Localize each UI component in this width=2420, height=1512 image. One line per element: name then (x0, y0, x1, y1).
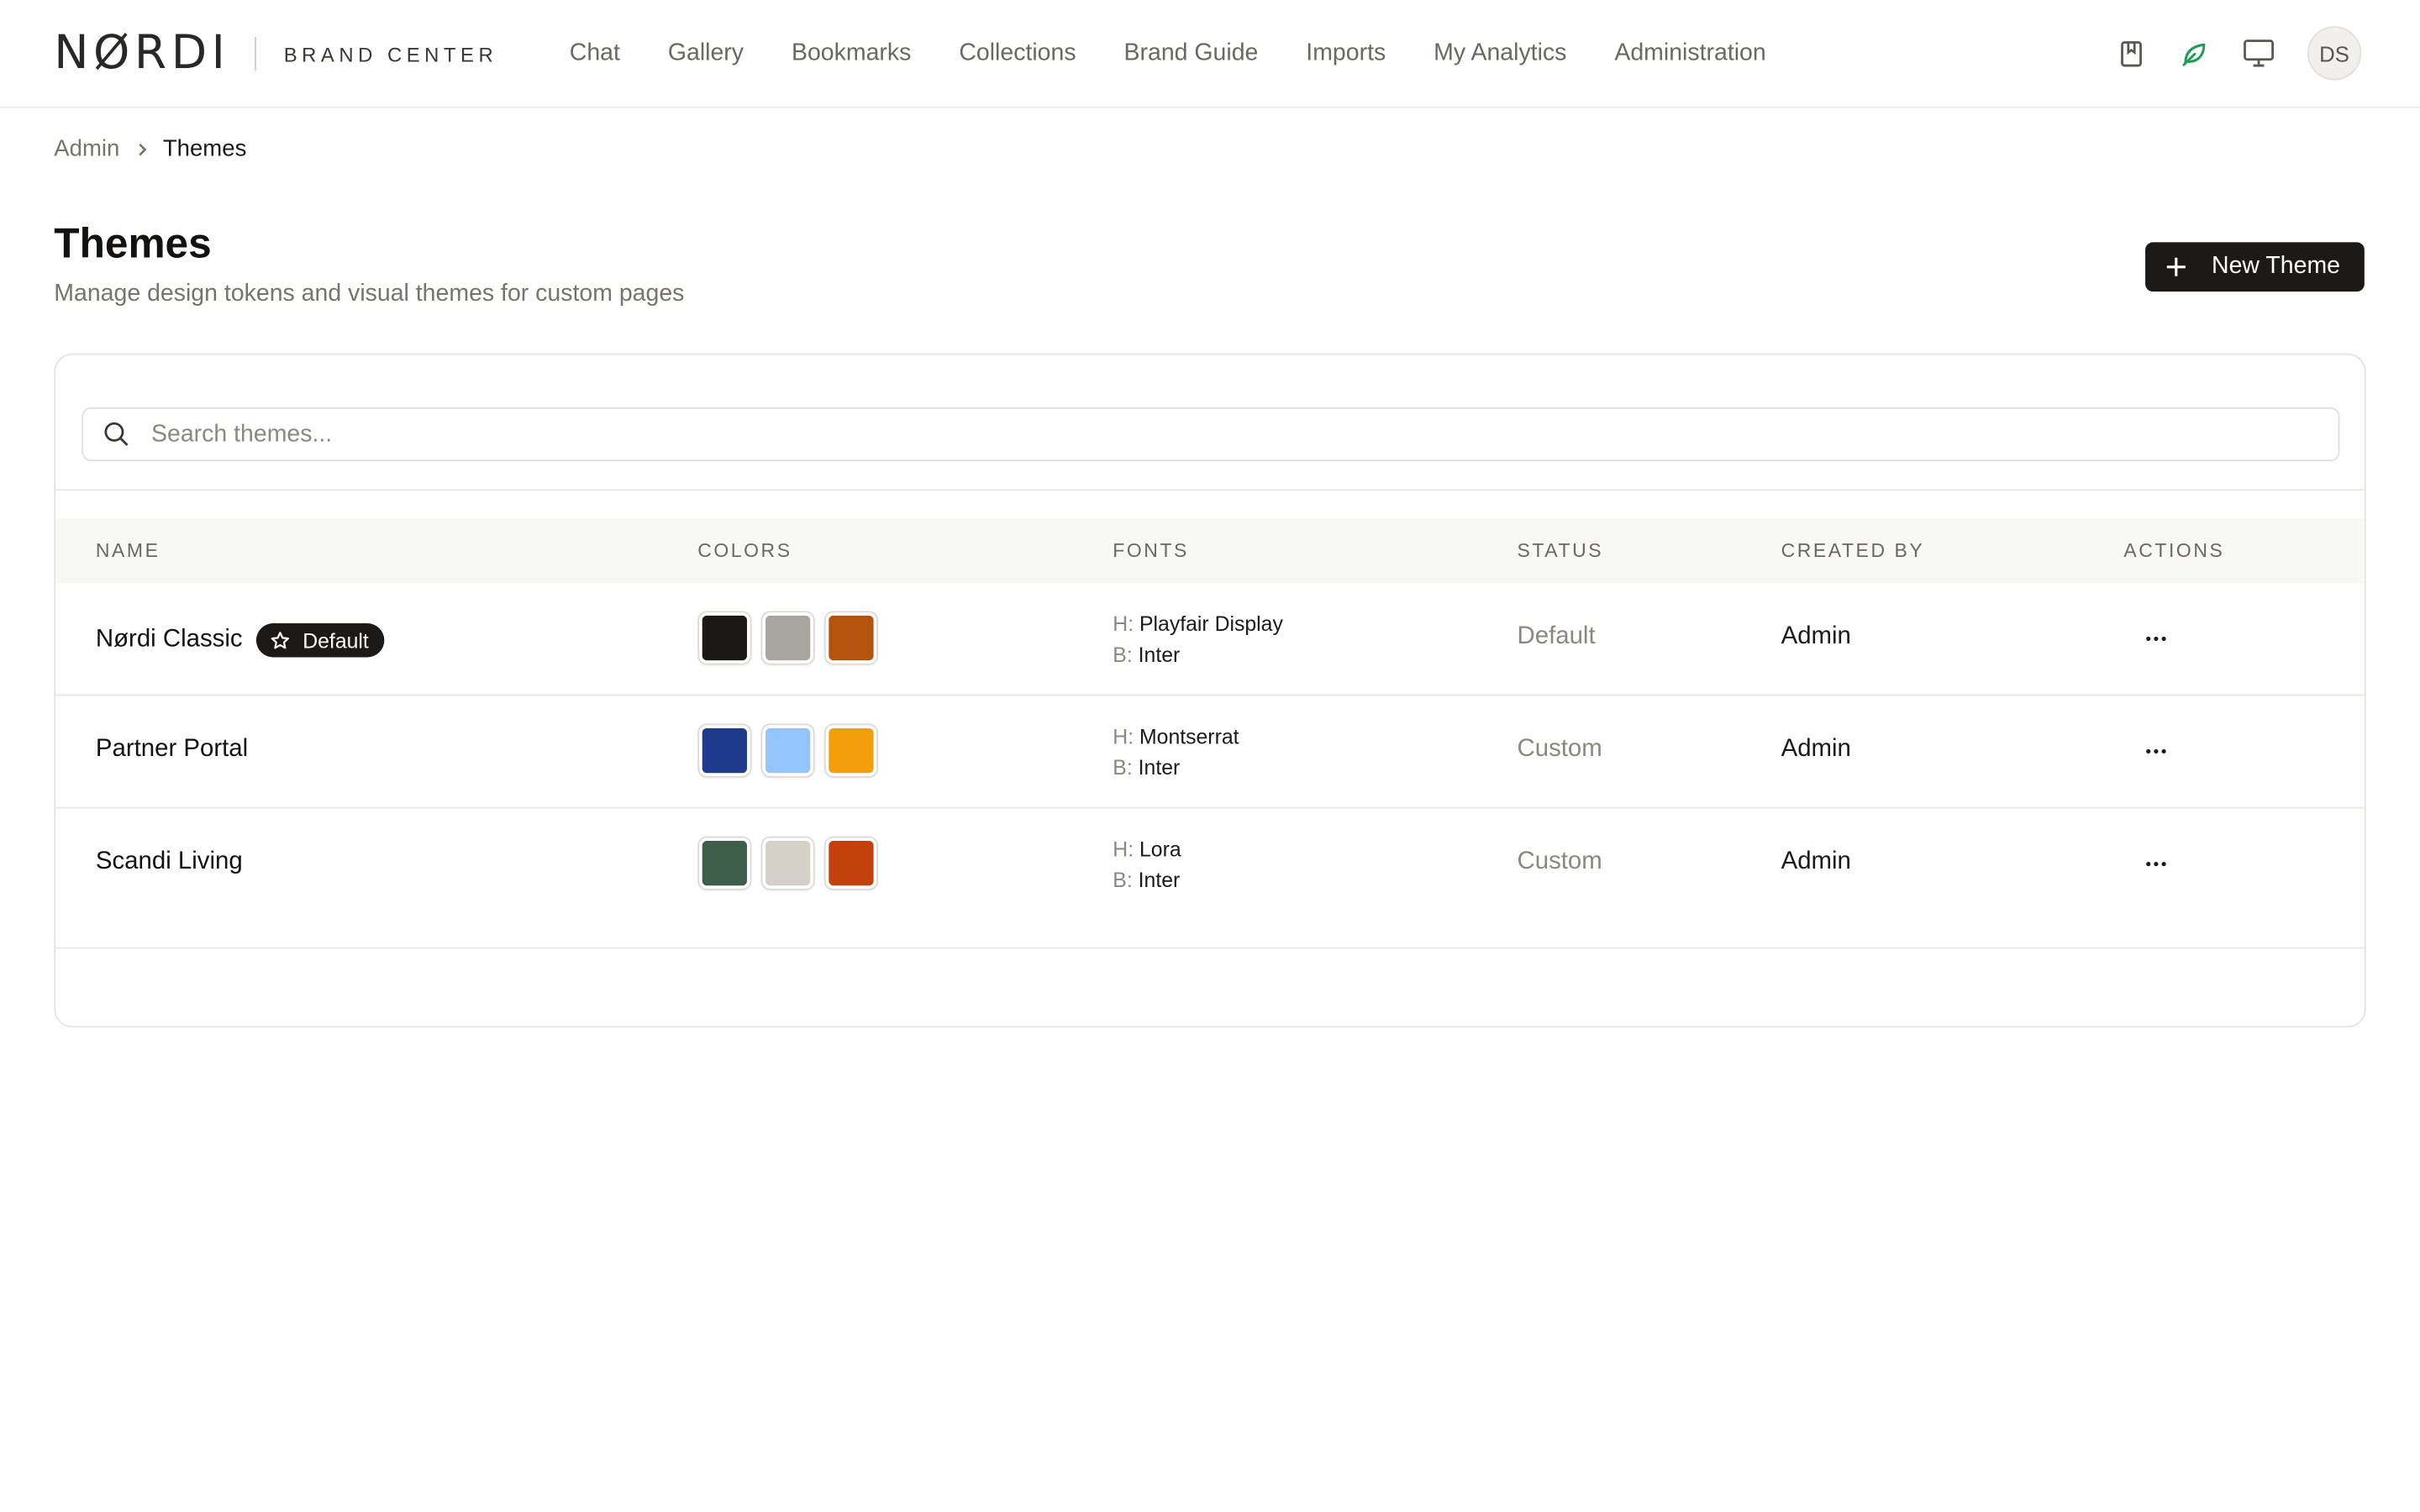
fonts-cell: H: Lora B: Inter (1113, 835, 1181, 896)
heading-font-name: Playfair Display (1139, 612, 1283, 636)
body-font-prefix: B: (1113, 756, 1133, 780)
column-header-colors: COLORS (697, 539, 792, 562)
fonts-cell: H: Playfair Display B: Inter (1113, 610, 1283, 671)
search-box[interactable] (82, 407, 2340, 462)
page-title: Themes (54, 220, 212, 267)
divider (55, 947, 2365, 949)
user-avatar[interactable]: DS (2307, 26, 2362, 81)
search-input[interactable] (151, 420, 2281, 449)
breadcrumb: Admin Themes (54, 136, 246, 162)
more-actions-icon[interactable] (2139, 847, 2173, 880)
brand-logo[interactable]: NØRDI BRAND CENTER (54, 26, 498, 81)
monitor-icon[interactable] (2239, 34, 2276, 71)
theme-name[interactable]: Partner Portal (96, 736, 248, 764)
header-actions: DS (2086, 26, 2362, 81)
table-header: NAME COLORS FONTS STATUS CREATED BY ACTI… (55, 518, 2365, 584)
nav-item-my-analytics[interactable]: My Analytics (1434, 37, 1566, 71)
logo-subtitle: BRAND CENTER (283, 42, 498, 66)
color-swatches (699, 837, 889, 889)
color-swatch[interactable] (699, 725, 750, 776)
nav-item-chat[interactable]: Chat (570, 37, 620, 71)
column-header-actions: ACTIONS (2123, 539, 2225, 562)
breadcrumb-admin-link[interactable]: Admin (54, 136, 119, 162)
nav-item-administration[interactable]: Administration (1614, 37, 1765, 71)
color-swatches (699, 612, 889, 664)
column-header-created-by[interactable]: CREATED BY (1781, 540, 1925, 562)
heading-font-prefix: H: (1113, 725, 1134, 748)
column-header-name[interactable]: NAME (96, 540, 160, 562)
status-text: Custom (1517, 736, 1602, 763)
body-font-prefix: B: (1113, 869, 1133, 892)
theme-name-cell: Scandi Living (96, 848, 243, 876)
created-by-text: Admin (1781, 736, 1851, 763)
plus-icon (2165, 256, 2187, 278)
body-font-prefix: B: (1113, 643, 1133, 667)
color-swatch[interactable] (825, 837, 877, 889)
more-actions-icon[interactable] (2139, 734, 2173, 768)
body-font: B: Inter (1113, 640, 1283, 671)
body-font-name: Inter (1138, 756, 1181, 780)
color-swatch[interactable] (825, 725, 877, 776)
table-row[interactable]: Scandi Living H: Lora B: Inter Custom Ad… (55, 808, 2365, 921)
color-swatch[interactable] (699, 837, 750, 889)
column-header-status[interactable]: STATUS (1518, 540, 1604, 562)
color-swatch[interactable] (699, 612, 750, 664)
new-theme-button-label: New Theme (2212, 253, 2341, 280)
body-font: B: Inter (1113, 865, 1181, 896)
theme-name[interactable]: Nørdi Classic (96, 627, 243, 654)
logo-wordmark: NØRDI (54, 26, 230, 81)
heading-font: H: Montserrat (1113, 722, 1239, 753)
color-swatches (699, 725, 889, 776)
logo-divider (254, 37, 256, 71)
default-badge-label: Default (302, 628, 369, 653)
page-subtitle: Manage design tokens and visual themes f… (54, 281, 685, 307)
body-font-name: Inter (1138, 869, 1181, 892)
more-actions-icon[interactable] (2139, 622, 2173, 655)
color-swatch[interactable] (762, 837, 813, 889)
nav-item-gallery[interactable]: Gallery (668, 37, 744, 71)
new-theme-button[interactable]: New Theme (2145, 242, 2365, 292)
heading-font: H: Playfair Display (1113, 610, 1283, 641)
theme-name[interactable]: Scandi Living (96, 848, 243, 876)
heading-font-name: Lora (1139, 837, 1181, 861)
bookmark-icon[interactable] (2112, 34, 2149, 71)
app-root: NØRDI BRAND CENTER Chat Gallery Bookmark… (0, 0, 2420, 1512)
color-swatch[interactable] (762, 725, 813, 776)
body-font-name: Inter (1138, 643, 1181, 667)
heading-font: H: Lora (1113, 835, 1181, 866)
top-navbar: NØRDI BRAND CENTER Chat Gallery Bookmark… (0, 0, 2420, 108)
color-swatch[interactable] (762, 612, 813, 664)
nav-item-collections[interactable]: Collections (959, 37, 1076, 71)
search-icon (103, 421, 129, 447)
fonts-cell: H: Montserrat B: Inter (1113, 722, 1239, 784)
breadcrumb-current: Themes (162, 135, 247, 162)
nav-item-bookmarks[interactable]: Bookmarks (792, 37, 911, 71)
color-swatch[interactable] (825, 612, 877, 664)
theme-name-cell: Partner Portal (96, 736, 248, 764)
themes-card: NAME COLORS FONTS STATUS CREATED BY ACTI… (54, 353, 2366, 1028)
created-by-text: Admin (1781, 623, 1851, 650)
default-badge: Default (256, 623, 385, 658)
chevron-right-icon (135, 141, 148, 156)
status-text: Default (1517, 623, 1596, 650)
table-row[interactable]: Partner Portal H: Montserrat B: Inter Cu… (55, 696, 2365, 809)
body-font: B: Inter (1113, 753, 1239, 784)
status-text: Custom (1517, 848, 1602, 875)
leaf-icon[interactable] (2176, 34, 2213, 71)
theme-name-cell: Nørdi Classic Default (96, 623, 385, 658)
nav-item-imports[interactable]: Imports (1306, 37, 1386, 71)
column-header-fonts: FONTS (1113, 539, 1189, 562)
star-icon (271, 630, 291, 650)
main-nav: Chat Gallery Bookmarks Collections Brand… (570, 37, 1766, 71)
divider (55, 489, 2365, 491)
heading-font-prefix: H: (1113, 837, 1134, 861)
table-row[interactable]: Nørdi Classic Default H: Playfair Displa… (55, 583, 2365, 696)
created-by-text: Admin (1781, 848, 1851, 875)
heading-font-name: Montserrat (1139, 725, 1239, 748)
nav-item-brand-guide[interactable]: Brand Guide (1124, 37, 1259, 71)
heading-font-prefix: H: (1113, 612, 1134, 636)
